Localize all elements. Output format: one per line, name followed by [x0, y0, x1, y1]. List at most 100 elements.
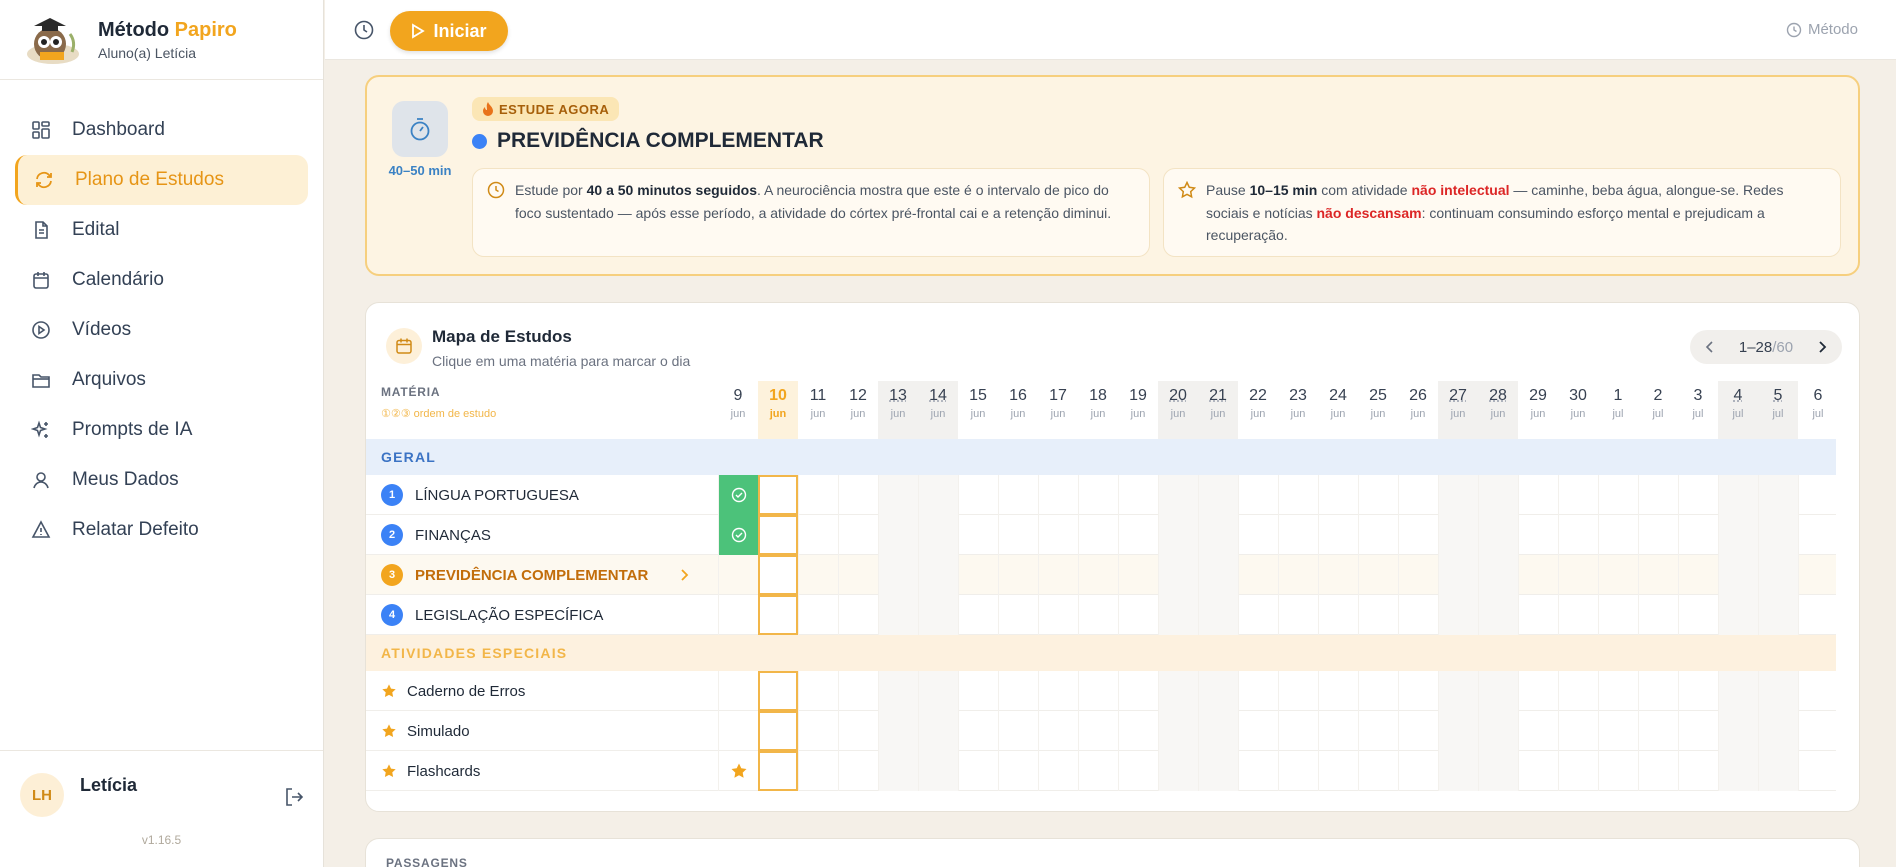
day-cell[interactable] — [958, 671, 998, 711]
nav-item-videos[interactable]: Vídeos — [15, 305, 308, 355]
day-cell[interactable] — [1038, 711, 1078, 751]
special-activity-row[interactable]: Simulado — [366, 711, 1836, 751]
day-cell[interactable] — [958, 475, 998, 515]
day-cell[interactable] — [1278, 595, 1318, 635]
chevron-right-icon[interactable] — [1816, 340, 1828, 354]
day-cell[interactable] — [1478, 595, 1518, 635]
day-cell[interactable] — [1798, 555, 1838, 595]
day-cell[interactable] — [1278, 711, 1318, 751]
day-cell[interactable] — [878, 595, 918, 635]
day-cell[interactable] — [838, 671, 878, 711]
day-cell[interactable] — [1198, 595, 1238, 635]
day-cell[interactable] — [1398, 475, 1438, 515]
day-cell[interactable] — [1518, 751, 1558, 791]
day-cell[interactable] — [1678, 515, 1718, 555]
day-cell[interactable] — [878, 671, 918, 711]
day-cell[interactable] — [758, 711, 798, 751]
day-cell[interactable] — [1798, 595, 1838, 635]
day-cell[interactable] — [1518, 595, 1558, 635]
subject-row[interactable]: 1 LÍNGUA PORTUGUESA — [366, 475, 1836, 515]
day-cell[interactable] — [1078, 671, 1118, 711]
subject-label[interactable]: 1 LÍNGUA PORTUGUESA — [381, 475, 579, 515]
day-cell[interactable] — [1118, 595, 1158, 635]
day-cell[interactable] — [838, 595, 878, 635]
day-cell[interactable] — [1318, 555, 1358, 595]
logout-icon[interactable] — [283, 786, 305, 808]
day-cell[interactable] — [1158, 555, 1198, 595]
day-cell[interactable] — [1638, 711, 1678, 751]
day-cell[interactable] — [1558, 555, 1598, 595]
day-cell[interactable] — [1678, 671, 1718, 711]
day-cell[interactable] — [1478, 555, 1518, 595]
day-cell[interactable] — [718, 515, 758, 555]
day-cell[interactable] — [1478, 711, 1518, 751]
day-cell[interactable] — [1318, 711, 1358, 751]
start-button[interactable]: Iniciar — [390, 11, 508, 51]
nav-item-relatar-defeito[interactable]: Relatar Defeito — [15, 505, 308, 555]
day-cell[interactable] — [1718, 515, 1758, 555]
day-cell[interactable] — [1438, 595, 1478, 635]
day-cell[interactable] — [1558, 595, 1598, 635]
subject-row[interactable]: 2 FINANÇAS — [366, 515, 1836, 555]
day-cell[interactable] — [918, 751, 958, 791]
day-cell[interactable] — [1518, 555, 1558, 595]
day-cell[interactable] — [1438, 711, 1478, 751]
day-cell[interactable] — [1638, 595, 1678, 635]
day-cell[interactable] — [1558, 475, 1598, 515]
day-cell[interactable] — [1798, 711, 1838, 751]
day-cell[interactable] — [1558, 751, 1598, 791]
day-cell[interactable] — [1638, 751, 1678, 791]
day-cell[interactable] — [758, 555, 798, 595]
day-cell[interactable] — [1278, 475, 1318, 515]
day-cell[interactable] — [1758, 515, 1798, 555]
day-cell[interactable] — [1318, 595, 1358, 635]
day-cell[interactable] — [1038, 475, 1078, 515]
day-cell[interactable] — [1798, 751, 1838, 791]
day-cell[interactable] — [1238, 555, 1278, 595]
day-cell[interactable] — [1598, 555, 1638, 595]
day-cell[interactable] — [718, 711, 758, 751]
day-cell[interactable] — [1758, 711, 1798, 751]
day-cell[interactable] — [1118, 711, 1158, 751]
day-cell[interactable] — [718, 555, 758, 595]
day-cell[interactable] — [1078, 751, 1118, 791]
day-cell[interactable] — [918, 595, 958, 635]
day-cell[interactable] — [1358, 671, 1398, 711]
day-cell[interactable] — [1678, 711, 1718, 751]
day-cell[interactable] — [838, 475, 878, 515]
day-cell[interactable] — [798, 515, 838, 555]
day-cell[interactable] — [1638, 671, 1678, 711]
day-cell[interactable] — [1358, 595, 1398, 635]
day-cell[interactable] — [1798, 515, 1838, 555]
special-activity-row[interactable]: Flashcards — [366, 751, 1836, 791]
day-cell[interactable] — [1518, 475, 1558, 515]
day-cell[interactable] — [1758, 671, 1798, 711]
day-cell[interactable] — [998, 595, 1038, 635]
day-cell[interactable] — [1118, 671, 1158, 711]
day-cell[interactable] — [838, 515, 878, 555]
nav-item-calendario[interactable]: Calendário — [15, 255, 308, 305]
day-cell[interactable] — [1638, 515, 1678, 555]
day-cell[interactable] — [1398, 515, 1438, 555]
day-cell[interactable] — [758, 751, 798, 791]
day-cell[interactable] — [1118, 555, 1158, 595]
day-cell[interactable] — [1158, 711, 1198, 751]
activity-label[interactable]: Flashcards — [381, 751, 480, 791]
day-cell[interactable] — [838, 751, 878, 791]
nav-item-prompts-de-ia[interactable]: Prompts de IA — [15, 405, 308, 455]
day-cell[interactable] — [1118, 751, 1158, 791]
day-cell[interactable] — [1718, 671, 1758, 711]
day-cell[interactable] — [718, 475, 758, 515]
day-cell[interactable] — [1598, 671, 1638, 711]
day-cell[interactable] — [1638, 555, 1678, 595]
day-cell[interactable] — [958, 555, 998, 595]
day-cell[interactable] — [1478, 671, 1518, 711]
day-cell[interactable] — [718, 595, 758, 635]
day-cell[interactable] — [998, 515, 1038, 555]
day-cell[interactable] — [1678, 595, 1718, 635]
day-cell[interactable] — [1598, 711, 1638, 751]
day-cell[interactable] — [758, 671, 798, 711]
day-cell[interactable] — [1438, 671, 1478, 711]
day-cell[interactable] — [1118, 515, 1158, 555]
day-cell[interactable] — [758, 595, 798, 635]
